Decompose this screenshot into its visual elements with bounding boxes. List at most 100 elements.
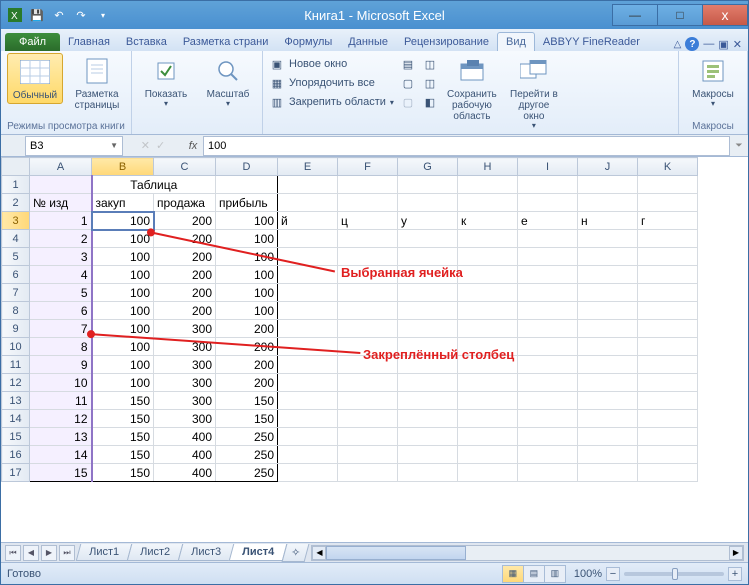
cell[interactable]: г [638,212,698,230]
cell[interactable] [398,428,458,446]
cell[interactable]: 10 [30,374,92,392]
fx-icon[interactable]: fx [183,140,203,152]
rowh-12[interactable]: 12 [2,374,30,392]
cell[interactable] [278,464,338,482]
cell[interactable]: 100 [216,248,278,266]
cell[interactable] [638,446,698,464]
cell[interactable]: 100 [92,284,154,302]
rowh-17[interactable]: 17 [2,464,30,482]
cell[interactable]: 150 [216,410,278,428]
cell[interactable]: 7 [30,320,92,338]
cell[interactable]: 100 [92,374,154,392]
colh-D[interactable]: D [216,158,278,176]
rowh-5[interactable]: 5 [2,248,30,266]
tab-view[interactable]: Вид [497,32,535,51]
cell[interactable] [578,194,638,212]
rowh-6[interactable]: 6 [2,266,30,284]
cell[interactable]: н [578,212,638,230]
cell[interactable] [518,284,578,302]
cell[interactable] [518,302,578,320]
cell[interactable] [398,410,458,428]
colh-G[interactable]: G [398,158,458,176]
cell[interactable] [518,464,578,482]
cell[interactable] [338,338,398,356]
cell[interactable]: 6 [30,302,92,320]
colh-H[interactable]: H [458,158,518,176]
arrange-all-button[interactable]: ▦Упорядочить все [269,74,394,92]
cell[interactable]: 100 [92,230,154,248]
undo-button[interactable]: ↶ [49,5,69,25]
cell[interactable] [398,320,458,338]
cell[interactable] [278,446,338,464]
cell[interactable] [398,302,458,320]
cell[interactable] [458,302,518,320]
cell[interactable]: 250 [216,428,278,446]
name-box[interactable]: B3 ▼ [25,136,123,156]
cell[interactable] [458,284,518,302]
cell[interactable]: 13 [30,428,92,446]
rowh-14[interactable]: 14 [2,410,30,428]
cell[interactable] [518,338,578,356]
namebox-dropdown-icon[interactable]: ▼ [110,141,118,150]
cell[interactable] [638,356,698,374]
zoom-out-button[interactable]: − [606,567,620,581]
cell[interactable]: 300 [154,392,216,410]
cell[interactable] [398,176,458,194]
colh-K[interactable]: K [638,158,698,176]
rowh-10[interactable]: 10 [2,338,30,356]
cell[interactable] [398,248,458,266]
cell[interactable] [338,230,398,248]
cell[interactable] [458,428,518,446]
cell[interactable] [338,374,398,392]
rowh-15[interactable]: 15 [2,428,30,446]
colh-A[interactable]: A [30,158,92,176]
unhide-button[interactable]: ▢ [400,93,416,111]
cell[interactable] [578,302,638,320]
cell[interactable] [278,194,338,212]
cell[interactable]: 100 [216,212,278,230]
tab-home[interactable]: Главная [60,33,118,51]
cell[interactable]: 100 [216,230,278,248]
cell[interactable] [638,392,698,410]
tab-pagelayout[interactable]: Разметка страни [175,33,277,51]
cell[interactable] [278,374,338,392]
cell[interactable] [338,392,398,410]
colh-J[interactable]: J [578,158,638,176]
split-button[interactable]: ▤ [400,55,416,73]
macros-button[interactable]: Макросы▾ [685,53,741,111]
cell[interactable] [638,338,698,356]
cell[interactable]: 200 [154,302,216,320]
cell[interactable] [518,374,578,392]
rowh-1[interactable]: 1 [2,176,30,194]
save-button[interactable]: 💾 [27,5,47,25]
cell[interactable] [338,410,398,428]
cell[interactable] [398,338,458,356]
cell[interactable] [638,302,698,320]
cell[interactable] [338,446,398,464]
sheet-nav-first[interactable]: ⏮ [5,545,21,561]
cell[interactable] [278,266,338,284]
cell[interactable] [578,176,638,194]
cell[interactable] [398,392,458,410]
cell[interactable] [638,464,698,482]
page-layout-button[interactable]: Разметка страницы [69,53,125,113]
select-all-corner[interactable] [2,158,30,176]
freeze-panes-button[interactable]: ▥Закрепить области▾ [269,93,394,111]
cell[interactable] [338,176,398,194]
cell[interactable] [518,320,578,338]
cell[interactable] [338,356,398,374]
sheet-nav-last[interactable]: ⏭ [59,545,75,561]
cell[interactable] [30,176,92,194]
cell[interactable]: 200 [216,356,278,374]
colh-E[interactable]: E [278,158,338,176]
cell[interactable] [338,428,398,446]
new-window-button[interactable]: ▣Новое окно [269,55,394,73]
rowh-9[interactable]: 9 [2,320,30,338]
cell[interactable]: 150 [216,392,278,410]
side-btn1[interactable]: ◫ [422,55,438,73]
cell[interactable]: 400 [154,428,216,446]
cell[interactable]: 100 [92,266,154,284]
cell[interactable] [398,374,458,392]
cell[interactable]: 4 [30,266,92,284]
cell[interactable] [638,374,698,392]
